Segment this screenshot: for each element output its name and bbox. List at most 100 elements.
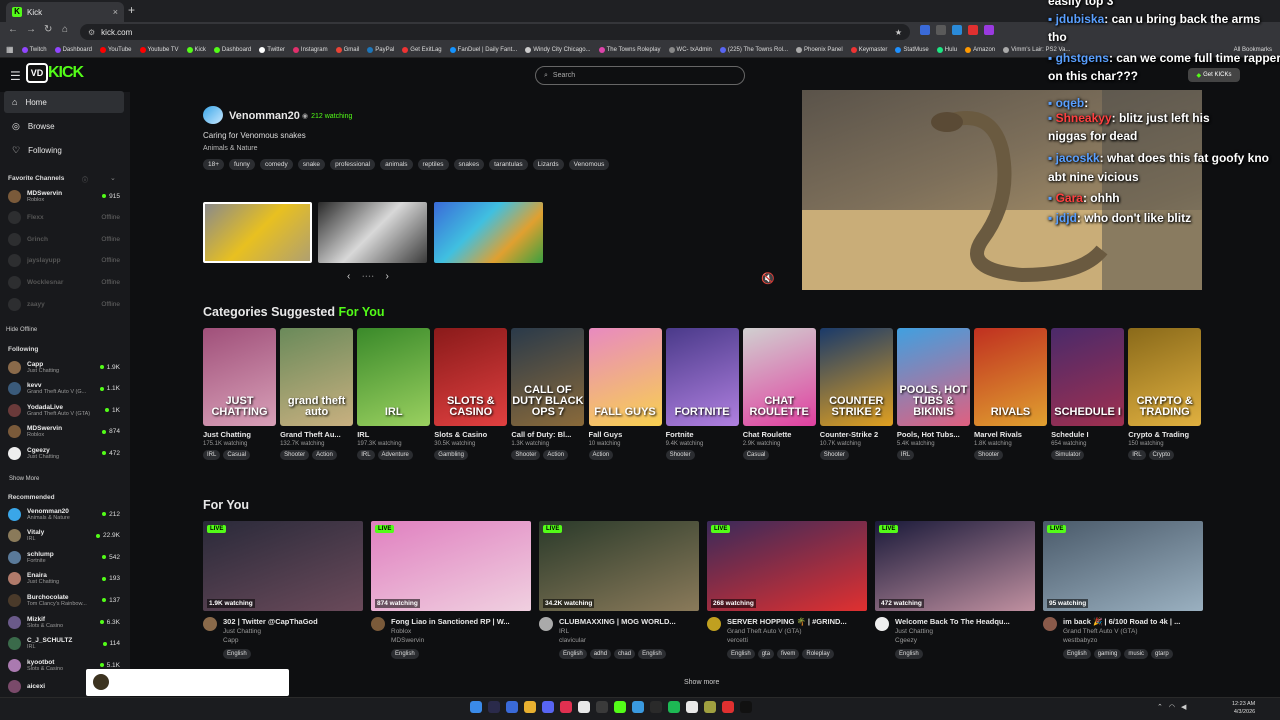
stream-title[interactable]: Fong Liao in Sanctioned RP | W... [391,617,526,626]
sidebar-channel[interactable]: Wocklesnar Offline [8,272,120,292]
sidebar-channel[interactable]: schlump Fortnite 542 [8,547,120,567]
bookmark-item[interactable]: Keymaster [850,46,887,53]
category-name[interactable]: Fall Guys [589,430,662,439]
tag-chip[interactable]: Shooter [819,450,849,460]
extension-icon[interactable] [984,25,994,35]
category-cover[interactable]: RIVALS [974,328,1047,426]
tag-chip[interactable]: Simulator [1051,450,1085,460]
category-cover[interactable]: POOLS, HOT TUBS & BIKINIS [896,328,970,426]
tag-chip[interactable]: IRL [896,450,915,460]
tag-chip[interactable]: Gambling [434,450,468,460]
volume-icon[interactable]: ◀ [1181,703,1186,711]
category-name[interactable]: Chat Roulette [743,430,816,439]
tag-chip[interactable]: Adventure [377,450,413,460]
stream-category[interactable]: Just Chatting [223,628,358,635]
category-name[interactable]: Pools, Hot Tubs... [897,430,970,439]
category-card[interactable]: CRYPTO & TRADING Crypto & Trading 150 watc… [1128,328,1202,460]
stream-username[interactable]: Capp [223,637,358,644]
category-card[interactable]: COUNTER STRIKE 2 Counter-Strike 2 10.7K wa… [819,328,893,460]
sidebar-channel[interactable]: Capp Just Chatting 1.9K [8,357,120,377]
category-card[interactable]: JUST CHATTING Just Chatting 175.1K watchin… [203,328,276,460]
stream-category[interactable]: Just Chatting [895,628,1030,635]
carousel-prev-icon[interactable]: ‹ [347,271,350,282]
stream-category[interactable]: Roblox [391,628,526,635]
tag-chip[interactable]: Action [543,450,569,460]
category-card[interactable]: FALL GUYS Fall Guys 10 watching Action [588,328,662,460]
bookmark-item[interactable]: Windy City Chicago... [525,46,591,53]
stream-title[interactable]: im back 🎉 | 6/100 Road to 4k | ... [1063,617,1198,626]
category-cover[interactable]: IRL [357,328,431,426]
tag-chip[interactable]: comedy [259,159,293,170]
taskbar-clock[interactable]: 12:23 AM 4/3/2026 [1232,700,1255,716]
hero-streamer-avatar[interactable] [203,106,223,124]
bookmark-item[interactable]: Hulu [936,46,957,53]
tag-chip[interactable]: adhd [589,649,612,659]
sidebar-channel[interactable]: Flexx Offline [8,208,120,228]
bookmark-item[interactable]: Kick [186,46,206,53]
avatar[interactable] [371,617,385,631]
tag-chip[interactable]: English [727,649,755,659]
stream-username[interactable]: vercetti [727,637,862,644]
tag-chip[interactable]: Venomous [568,159,610,170]
mute-icon[interactable]: 🔇 [761,272,775,285]
back-icon[interactable]: ← [8,24,18,35]
tab-close-icon[interactable]: × [113,7,118,17]
tag-chip[interactable]: snakes [453,159,485,170]
tag-chip[interactable]: Crypto [1148,450,1175,460]
extension-icon[interactable] [936,25,946,35]
bookmark-item[interactable]: Instagram [292,46,328,53]
taskbar-app-icon[interactable] [596,701,608,713]
taskbar-app-icon[interactable] [668,701,680,713]
stream-thumbnail[interactable]: LIVE 472 watching [875,521,1035,611]
tag-chip[interactable]: Casual [223,450,251,460]
bookmark-star-icon[interactable]: ★ [895,28,902,37]
sidebar-channel[interactable]: Cgeezy Just Chatting 472 [8,443,120,463]
stream-thumbnail[interactable]: LIVE 1.9K watching [203,521,363,611]
tag-chip[interactable]: English [1063,649,1091,659]
avatar[interactable] [203,617,217,631]
tag-chip[interactable]: animals [380,159,413,170]
bookmark-item[interactable]: Amazon [965,46,995,53]
tag-chip[interactable]: Shooter [665,450,695,460]
bookmark-item[interactable]: Youtube TV [139,46,179,53]
category-name[interactable]: Call of Duty: Bl... [511,430,584,439]
taskbar-app-icon[interactable] [560,701,572,713]
avatar[interactable] [707,617,721,631]
hero-streamer-name[interactable]: Venomman20 [229,110,300,122]
tag-chip[interactable]: tarantulas [489,159,528,170]
category-name[interactable]: Fortnite [666,430,739,439]
bookmark-item[interactable]: Dashboard [213,46,251,53]
tag-chip[interactable]: Action [588,450,614,460]
category-name[interactable]: Crypto & Trading [1128,430,1201,439]
sidebar-channel[interactable]: Mizkif Slots & Casino 6.3K [8,612,120,632]
sidebar-channel[interactable]: jayslayupp Offline [8,251,120,271]
extension-icon[interactable] [920,25,930,35]
tag-chip[interactable]: gtarp [1151,649,1173,659]
hero-thumbnail[interactable] [318,202,427,263]
tag-chip[interactable]: gaming [1093,649,1122,659]
search-input[interactable]: ⌕ Search [535,66,745,85]
tag-chip[interactable]: chad [614,649,636,659]
collapse-chevron-icon[interactable]: ⌄ [110,174,116,182]
category-cover[interactable]: CALL OF DUTY BLACK OPS 7 [511,328,585,426]
category-cover[interactable]: FALL GUYS [588,328,662,426]
bookmark-item[interactable]: The Towns Roleplay [598,46,661,53]
home-icon[interactable]: ⌂ [62,24,68,35]
category-card[interactable]: SCHEDULE I Schedule I 654 watching Simulato… [1051,328,1125,460]
stream-title[interactable]: CLUBMAXXING | MOG WORLD... [559,617,694,626]
category-name[interactable]: Grand Theft Au... [280,430,353,439]
taskbar-app-icon[interactable] [704,701,716,713]
taskbar-app-icon[interactable] [488,701,500,713]
category-card[interactable]: IRL IRL 197.3K watching IRL Adventure [357,328,431,460]
extension-icon[interactable] [952,25,962,35]
hide-offline-button[interactable]: Hide Offline [6,327,37,333]
stream-title[interactable]: Welcome Back To The Headqu... [895,617,1030,626]
tag-chip[interactable]: music [1124,649,1149,659]
stream-thumbnail[interactable]: LIVE 95 watching [1043,521,1203,611]
taskbar-app-icon[interactable] [650,701,662,713]
category-card[interactable]: CHAT ROULETTE Chat Roulette 2.9K watching C… [742,328,816,460]
new-tab-button[interactable]: + [128,3,135,17]
reload-icon[interactable]: ↻ [44,24,52,35]
sidebar-nav-browse[interactable]: ◎ Browse [4,115,124,137]
bookmark-item[interactable]: WC- txAdmin [668,46,712,53]
